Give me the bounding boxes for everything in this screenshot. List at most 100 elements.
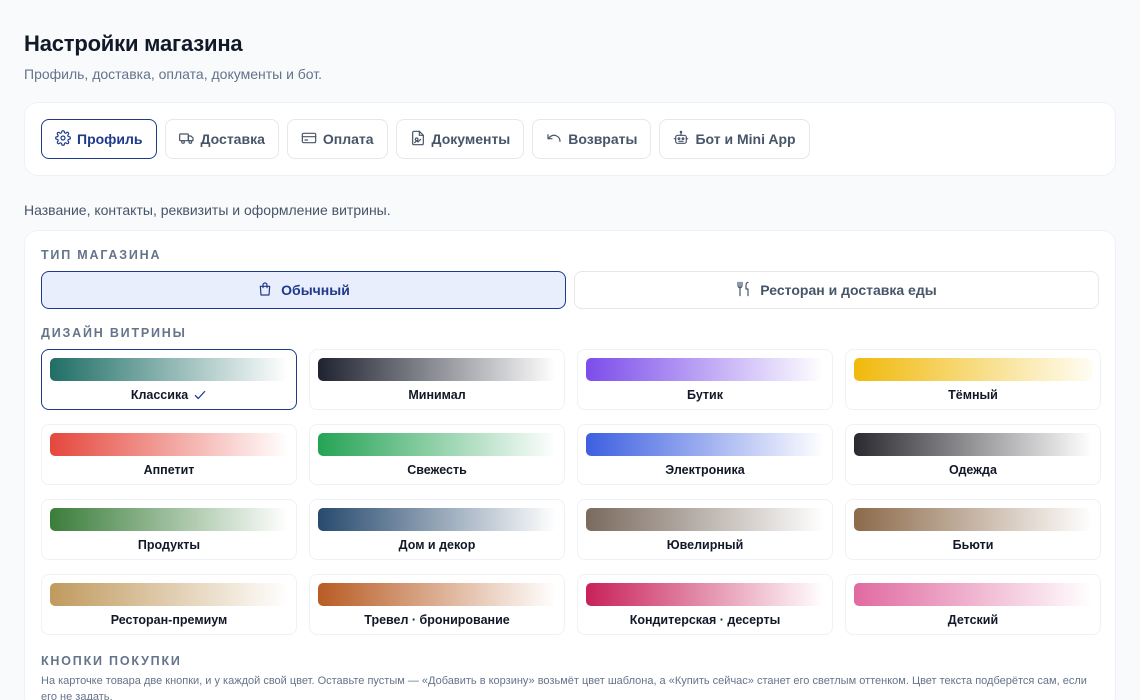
- theme-name: Детский: [854, 612, 1092, 628]
- theme-card[interactable]: Тёмный: [845, 349, 1101, 410]
- theme-card[interactable]: Тревел · бронирование: [309, 574, 565, 635]
- theme-name: Тёмный: [854, 387, 1092, 403]
- tab-label: Оплата: [322, 131, 374, 147]
- theme-swatch: [586, 583, 824, 606]
- theme-card[interactable]: Детский: [845, 574, 1101, 635]
- theme-name: Бутик: [586, 387, 824, 403]
- theme-name-text: Ресторан-премиум: [110, 613, 228, 627]
- theme-swatch: [50, 508, 288, 531]
- tab-label: Бот и Mini App: [695, 131, 796, 147]
- theme-card[interactable]: Свежесть: [309, 424, 565, 485]
- theme-name: Свежесть: [318, 462, 556, 478]
- theme-name: Ресторан-премиум: [50, 612, 288, 628]
- theme-name-text: Тёмный: [948, 388, 998, 402]
- theme-card[interactable]: Бутик: [577, 349, 833, 410]
- theme-name: Бьюти: [854, 537, 1092, 553]
- tab-label: Доставка: [200, 131, 265, 147]
- theme-card[interactable]: Кондитерская · десерты: [577, 574, 833, 635]
- theme-name-text: Тревел · бронирование: [364, 613, 510, 627]
- tab-label: Документы: [431, 131, 511, 147]
- theme-name-text: Классика: [130, 388, 189, 402]
- theme-name-text: Кондитерская · десерты: [629, 613, 781, 627]
- profile-card: ТИП МАГАЗИНА Обычный Ресторан и доставка…: [24, 230, 1116, 700]
- theme-name: Одежда: [854, 462, 1092, 478]
- theme-name: Классика: [50, 387, 288, 403]
- theme-swatch: [854, 583, 1092, 606]
- theme-swatch: [854, 433, 1092, 456]
- theme-swatch: [586, 508, 824, 531]
- theme-card[interactable]: Продукты: [41, 499, 297, 560]
- theme-name-text: Ювелирный: [666, 538, 744, 552]
- check-icon: [193, 388, 207, 402]
- theme-name: Ювелирный: [586, 537, 824, 553]
- theme-swatch: [586, 433, 824, 456]
- theme-grid: Классика Минимал Бутик Тёмный Аппетит Свежест…: [41, 349, 1101, 635]
- store-type-restaurant-button[interactable]: Ресторан и доставка еды: [574, 271, 1099, 309]
- theme-card[interactable]: Аппетит: [41, 424, 297, 485]
- truck-icon: [178, 130, 195, 149]
- theme-name-text: Минимал: [408, 388, 466, 402]
- theme-name-text: Электроника: [665, 463, 745, 477]
- bot-icon: [673, 130, 689, 149]
- theme-swatch: [854, 508, 1092, 531]
- theme-name: Кондитерская · десерты: [586, 612, 824, 628]
- theme-card[interactable]: Минимал: [309, 349, 565, 410]
- store-type-regular-button[interactable]: Обычный: [41, 271, 566, 309]
- theme-name-text: Одежда: [949, 463, 997, 477]
- theme-card[interactable]: Одежда: [845, 424, 1101, 485]
- theme-name-text: Свежесть: [407, 463, 467, 477]
- document-icon: [410, 130, 426, 149]
- page-title: Настройки магазина: [24, 31, 243, 56]
- buy-buttons-label: КНОПКИ ПОКУПКИ: [41, 654, 182, 668]
- page-subtitle: Профиль, доставка, оплата, документы и б…: [24, 66, 323, 82]
- store-type-label-text: Ресторан и доставка еды: [760, 282, 937, 298]
- tab-label: Возвраты: [568, 131, 638, 147]
- theme-swatch: [50, 358, 288, 381]
- theme-swatch: [586, 358, 824, 381]
- theme-name: Продукты: [50, 537, 288, 553]
- tab-label: Профиль: [77, 131, 143, 147]
- settings-tabs: Профиль Доставка Оплата Документы Возвра…: [24, 102, 1116, 176]
- store-settings-page: Настройки магазина Профиль, доставка, оп…: [24, 30, 1116, 700]
- tab-returns[interactable]: Возвраты: [532, 119, 652, 159]
- theme-swatch: [318, 433, 556, 456]
- section-description: Название, контакты, реквизиты и оформлен…: [24, 202, 391, 218]
- utensils-icon: [736, 281, 752, 300]
- theme-card[interactable]: Ресторан-премиум: [41, 574, 297, 635]
- shopping-bag-icon: [257, 281, 273, 300]
- store-type-label-text: Обычный: [281, 282, 350, 298]
- theme-name-text: Бьюти: [952, 538, 994, 552]
- theme-swatch: [318, 508, 556, 531]
- store-type-label: ТИП МАГАЗИНА: [41, 248, 162, 262]
- theme-name: Аппетит: [50, 462, 288, 478]
- undo-icon: [546, 130, 562, 149]
- theme-name-text: Дом и декор: [398, 538, 476, 552]
- theme-name: Дом и декор: [318, 537, 556, 553]
- tab-profile[interactable]: Профиль: [41, 119, 157, 159]
- theme-swatch: [50, 583, 288, 606]
- tab-payment[interactable]: Оплата: [286, 119, 388, 159]
- theme-card[interactable]: Ювелирный: [577, 499, 833, 560]
- design-label: ДИЗАЙН ВИТРИНЫ: [41, 326, 187, 340]
- theme-card[interactable]: Дом и декор: [309, 499, 565, 560]
- store-type-selector: Обычный Ресторан и доставка еды: [41, 271, 1099, 309]
- buy-buttons-hint: На карточке товара две кнопки, и у каждо…: [41, 675, 1087, 700]
- theme-name: Электроника: [586, 462, 824, 478]
- theme-swatch: [854, 358, 1092, 381]
- theme-swatch: [318, 358, 556, 381]
- theme-swatch: [50, 433, 288, 456]
- theme-card[interactable]: Бьюти: [845, 499, 1101, 560]
- gear-icon: [55, 129, 71, 149]
- tab-delivery[interactable]: Доставка: [164, 119, 279, 159]
- theme-name-text: Продукты: [137, 538, 201, 552]
- tab-documents[interactable]: Документы: [395, 119, 525, 159]
- theme-swatch: [318, 583, 556, 606]
- theme-card[interactable]: Классика: [41, 349, 297, 410]
- theme-name: Минимал: [318, 387, 556, 403]
- theme-card[interactable]: Электроника: [577, 424, 833, 485]
- theme-name: Тревел · бронирование: [318, 612, 556, 628]
- theme-name-text: Детский: [947, 613, 999, 627]
- tab-bot-mini-app[interactable]: Бот и Mini App: [659, 119, 810, 159]
- theme-name-text: Бутик: [687, 388, 723, 402]
- theme-name-text: Аппетит: [143, 463, 195, 477]
